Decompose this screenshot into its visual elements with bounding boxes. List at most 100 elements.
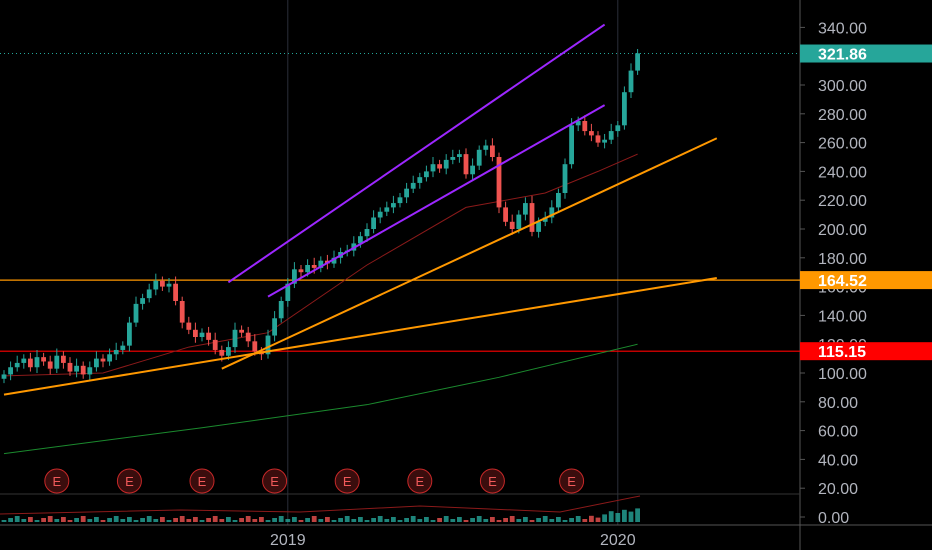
earnings-marker[interactable]: E xyxy=(44,468,70,494)
candle-body xyxy=(490,145,495,157)
candle-body xyxy=(173,283,178,301)
ma-long-line xyxy=(3,343,638,455)
volume-bar xyxy=(219,519,225,522)
volume-bar xyxy=(443,516,449,522)
volume-bar xyxy=(298,520,304,522)
candle-body xyxy=(430,164,436,172)
price-badge-label: 164.52 xyxy=(818,273,867,290)
earnings-marker[interactable]: E xyxy=(262,468,288,494)
earnings-marker[interactable]: E xyxy=(407,468,433,494)
volume-bar xyxy=(450,519,456,522)
volume-bar xyxy=(193,517,198,522)
candle-body xyxy=(516,214,522,229)
volume-bar xyxy=(318,519,324,522)
volume-bar xyxy=(41,518,46,522)
candle-body xyxy=(509,221,515,229)
volume-bar xyxy=(377,516,383,522)
volume-bar xyxy=(542,516,548,522)
earnings-marker[interactable]: E xyxy=(189,468,215,494)
candle-body xyxy=(94,358,99,368)
candle-body xyxy=(87,367,93,375)
earnings-marker[interactable]: E xyxy=(334,468,360,494)
trend-line[interactable] xyxy=(227,23,606,284)
candle-body xyxy=(133,303,139,323)
volume-bar xyxy=(28,517,33,522)
candle-body xyxy=(74,365,79,372)
candle-body xyxy=(67,362,73,372)
candle-body xyxy=(503,207,508,222)
volume-bar xyxy=(47,516,53,522)
volume-bar xyxy=(476,516,482,522)
candle-body xyxy=(450,157,456,160)
volume-bar xyxy=(483,519,489,522)
candle-body xyxy=(47,361,53,369)
candle-body xyxy=(278,301,284,319)
volume-bar xyxy=(100,520,106,522)
volume-bar xyxy=(245,516,251,522)
volume-bar xyxy=(160,517,165,522)
candle-body xyxy=(179,301,185,323)
candle-body xyxy=(272,318,277,336)
candle-body xyxy=(443,159,449,169)
earnings-marker[interactable]: E xyxy=(116,468,142,494)
volume-bar xyxy=(107,518,112,522)
earnings-marker[interactable]: E xyxy=(559,468,585,494)
candle-body xyxy=(483,145,489,150)
candle-body xyxy=(391,203,396,208)
volume-bar xyxy=(14,516,20,522)
candle-body xyxy=(199,332,205,337)
trend-line[interactable] xyxy=(3,276,717,396)
candle-body xyxy=(470,165,475,175)
stock-chart[interactable]: EEEEEEEE 340.00320.00300.00280.00260.002… xyxy=(0,0,932,550)
volume-bar xyxy=(206,518,211,522)
trend-lines[interactable] xyxy=(3,23,718,396)
candle-body xyxy=(635,53,640,71)
time-axis[interactable]: 2019 2020 xyxy=(270,532,636,549)
candle-body xyxy=(28,358,33,368)
candle-body xyxy=(113,349,119,355)
volume-pane xyxy=(0,495,641,522)
candle-body xyxy=(8,367,13,375)
candle-body xyxy=(1,374,7,379)
volume-bar xyxy=(424,517,429,522)
y-tick-label: 80.00 xyxy=(818,395,858,412)
volume-bar xyxy=(278,516,284,522)
volume-bar xyxy=(265,520,271,522)
candle-body xyxy=(523,203,528,215)
candle-body xyxy=(219,349,225,356)
candle-body xyxy=(54,355,60,369)
trend-line[interactable] xyxy=(221,137,718,370)
x-axis-label: 2019 xyxy=(270,532,306,549)
volume-bar xyxy=(179,516,185,522)
volume-bar xyxy=(146,516,152,522)
candle-body xyxy=(166,283,172,287)
candle-body xyxy=(476,149,482,166)
y-tick-label: 220.00 xyxy=(818,193,867,210)
volume-bar xyxy=(384,519,390,522)
volume-bar xyxy=(338,518,343,522)
volume-bar xyxy=(120,519,126,522)
volume-bar xyxy=(127,517,132,522)
volume-bar xyxy=(1,520,7,522)
volume-bar xyxy=(226,517,231,522)
candle-body xyxy=(457,154,462,157)
volume-bar xyxy=(292,517,297,522)
volume-bar xyxy=(259,517,264,522)
earnings-label: E xyxy=(125,474,134,489)
candle-body xyxy=(529,203,535,232)
candle-body xyxy=(404,188,409,198)
volume-bar xyxy=(325,517,330,522)
volume-bar xyxy=(166,520,172,522)
y-tick-label: 140.00 xyxy=(818,308,867,325)
y-tick-label: 180.00 xyxy=(818,251,867,268)
horizontal-price-lines xyxy=(0,279,800,352)
y-tick-label: 20.00 xyxy=(818,481,858,498)
volume-bar xyxy=(239,518,244,522)
volume-bar xyxy=(67,520,73,522)
volume-bar xyxy=(87,519,93,522)
candle-body xyxy=(377,211,383,218)
candle-body xyxy=(41,357,46,362)
candle-body xyxy=(232,329,238,348)
volume-bar xyxy=(311,516,317,522)
earnings-marker[interactable]: E xyxy=(479,468,505,494)
